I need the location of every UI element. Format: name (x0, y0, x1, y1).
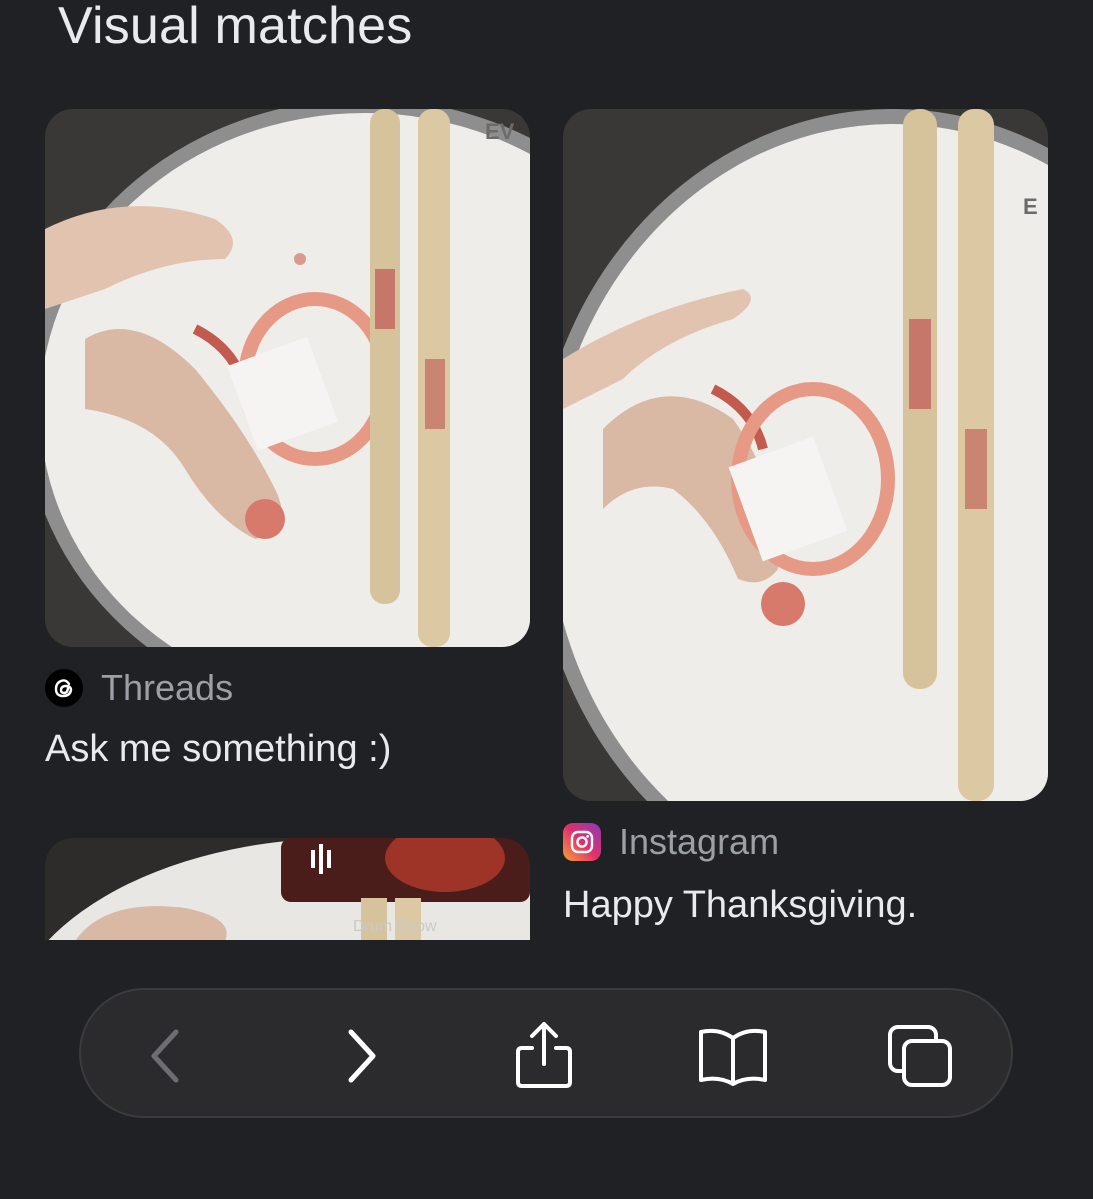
result-thumbnail-threads[interactable]: EV (45, 109, 530, 647)
source-name: Threads (101, 667, 234, 708)
section-heading: Visual matches (58, 0, 413, 55)
drum-photo: EV (45, 109, 530, 647)
result-source-instagram[interactable]: Instagram (563, 821, 779, 863)
result-source-threads[interactable]: Threads (45, 667, 233, 709)
bookmarks-icon (699, 1028, 767, 1086)
forward-button[interactable] (321, 1016, 401, 1096)
svg-text:EV: EV (485, 119, 515, 144)
share-button[interactable] (504, 1016, 584, 1096)
drum-video-photo (45, 838, 530, 941)
forward-icon (348, 1029, 376, 1083)
result-title[interactable]: Happy Thanksgiving. (563, 884, 917, 927)
svg-text:E: E (1023, 194, 1038, 219)
result-thumbnail-partial[interactable]: Drum Show (45, 838, 530, 941)
back-button[interactable] (126, 1016, 206, 1096)
source-name: Instagram (619, 821, 780, 862)
tabs-icon (888, 1025, 952, 1087)
threads-icon (45, 669, 83, 707)
video-overlay-text: Drum Show (353, 918, 437, 935)
tabs-button[interactable] (881, 1016, 961, 1096)
back-icon (151, 1029, 179, 1083)
result-thumbnail-instagram[interactable]: E (563, 109, 1048, 801)
result-title[interactable]: Ask me something :) (45, 728, 391, 771)
bookmarks-button[interactable] (693, 1016, 773, 1096)
visual-matches-panel: Visual matches EV Threads Ask me somethi… (0, 0, 1093, 1199)
drum-photo: E (563, 109, 1048, 801)
share-icon (516, 1022, 572, 1088)
instagram-icon (563, 823, 601, 861)
browser-toolbar (79, 988, 1013, 1118)
